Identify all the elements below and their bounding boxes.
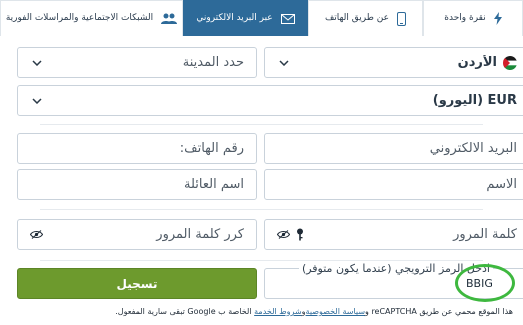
divider <box>40 209 483 210</box>
jordan-flag-icon <box>503 55 517 70</box>
tab-one-click[interactable]: نقرة واحدة <box>423 0 523 36</box>
currency-value: EUR (اليورو) <box>432 93 517 108</box>
tab-phone-label: عن طريق الهاتف <box>324 13 390 23</box>
tab-email-label: عبر البريد الالكتروني <box>196 13 273 23</box>
tab-social-label: الشبكات الاجتماعية والمراسلات الفورية <box>5 13 154 23</box>
recaptcha-suffix: الخاصة ب Google تبقى سارية المفعول. <box>115 307 255 316</box>
envelope-icon <box>280 13 295 24</box>
divider <box>40 260 483 261</box>
eye-slash-icon[interactable] <box>277 230 290 239</box>
first-name-field[interactable]: الاسم <box>264 169 523 200</box>
registration-tabs: الشبكات الاجتماعية والمراسلات الفورية عب… <box>0 0 523 36</box>
phone-field[interactable]: رقم الهاتف: <box>17 133 257 164</box>
divider <box>40 124 483 125</box>
last-name-placeholder: اسم العائلة <box>184 177 244 192</box>
chevron-down-icon <box>277 58 291 68</box>
password-field[interactable]: كلمة المرور <box>264 219 523 250</box>
phone-icon <box>397 11 407 26</box>
chevron-down-icon <box>30 58 44 68</box>
chevron-down-icon <box>30 96 44 106</box>
tab-social-networks[interactable]: الشبكات الاجتماعية والمراسلات الفورية <box>0 0 183 36</box>
email-field[interactable]: البريد الالكتروني <box>264 133 523 164</box>
country-select[interactable]: الأردن <box>264 47 523 78</box>
password-repeat-field[interactable]: كرر كلمة المرور <box>17 219 257 250</box>
register-button[interactable]: تسجيل <box>17 268 257 299</box>
first-name-placeholder: الاسم <box>486 177 517 192</box>
users-icon <box>161 13 178 25</box>
terms-of-service-link[interactable]: شروط الخدمة <box>254 307 302 316</box>
tab-phone[interactable]: عن طريق الهاتف <box>308 0 423 36</box>
recaptcha-notice: هذا الموقع محمي عن طريق reCAPTCHA وسياسة… <box>115 307 513 316</box>
currency-select[interactable]: EUR (اليورو) <box>17 85 523 116</box>
eye-slash-icon[interactable] <box>30 230 43 239</box>
tab-one-click-label: نقرة واحدة <box>444 13 486 23</box>
key-icon[interactable] <box>296 228 304 241</box>
phone-placeholder: رقم الهاتف: <box>179 141 244 156</box>
email-placeholder: البريد الالكتروني <box>429 141 517 156</box>
highlight-circle <box>455 264 515 302</box>
password-repeat-placeholder: كرر كلمة المرور <box>156 227 244 242</box>
lightning-icon <box>493 12 502 25</box>
privacy-policy-link[interactable]: سياسة الخصوصية <box>306 307 365 316</box>
city-select[interactable]: حدد المدينة <box>17 47 257 78</box>
city-placeholder: حدد المدينة <box>182 55 244 70</box>
password-placeholder: كلمة المرور <box>453 227 517 242</box>
country-value: الأردن <box>457 55 497 70</box>
last-name-field[interactable]: اسم العائلة <box>17 169 257 200</box>
recaptcha-prefix: هذا الموقع محمي عن طريق reCAPTCHA و <box>365 307 513 316</box>
tab-email[interactable]: عبر البريد الالكتروني <box>183 0 308 36</box>
